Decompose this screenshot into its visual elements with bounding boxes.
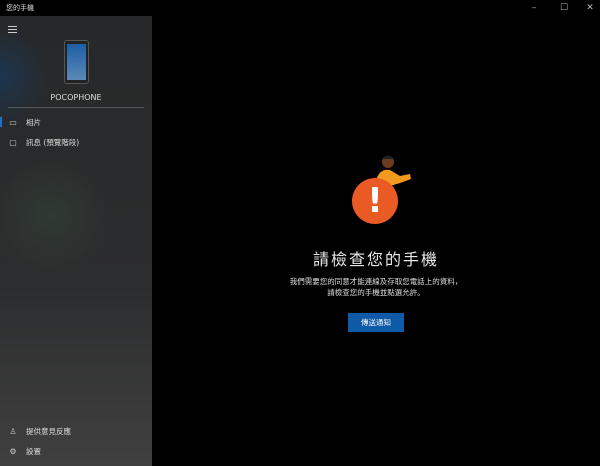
page-title: 請檢查您的手機: [312, 250, 439, 269]
window-title: 您的手機: [6, 4, 34, 12]
sidebar-item-label: 訊息 (預覽階段): [26, 137, 80, 147]
sidebar: POCOPHONE ▭ 相片 ▢ 訊息 (預覽階段) ♙ 提供意見反應 ⚙ 設置: [0, 16, 152, 466]
sidebar-item-photos[interactable]: ▭ 相片: [0, 113, 152, 131]
close-button[interactable]: ✕: [578, 0, 600, 16]
hamburger-icon[interactable]: [8, 26, 17, 33]
sidebar-item-label: 提供意見反應: [26, 426, 71, 436]
sidebar-item-settings[interactable]: ⚙ 設置: [0, 442, 152, 460]
sidebar-item-label: 設置: [26, 446, 41, 456]
sidebar-item-label: 相片: [26, 117, 41, 127]
title-bar: 您的手機 – ☐ ✕: [0, 0, 600, 16]
send-notification-button[interactable]: 傳送通知: [348, 313, 404, 332]
selection-indicator: [0, 117, 2, 127]
description-line-2: 請檢查您的手機並點選允許。: [327, 288, 425, 297]
description-line-1: 我們需要您的同意才能連線及存取您電話上的資料，: [289, 277, 463, 286]
sidebar-item-feedback[interactable]: ♙ 提供意見反應: [0, 422, 152, 440]
divider: [8, 107, 144, 108]
photos-icon: ▭: [9, 117, 17, 127]
gear-icon: ⚙: [9, 446, 17, 456]
feedback-icon: ♙: [9, 426, 17, 436]
device-name: POCOPHONE: [50, 93, 102, 102]
phone-image: [64, 40, 89, 84]
alert-icon: !: [352, 178, 398, 224]
sidebar-item-messages[interactable]: ▢ 訊息 (預覽階段): [0, 133, 152, 151]
messages-icon: ▢: [9, 137, 17, 147]
maximize-button[interactable]: ☐: [552, 0, 576, 16]
minimize-button[interactable]: –: [522, 0, 546, 16]
